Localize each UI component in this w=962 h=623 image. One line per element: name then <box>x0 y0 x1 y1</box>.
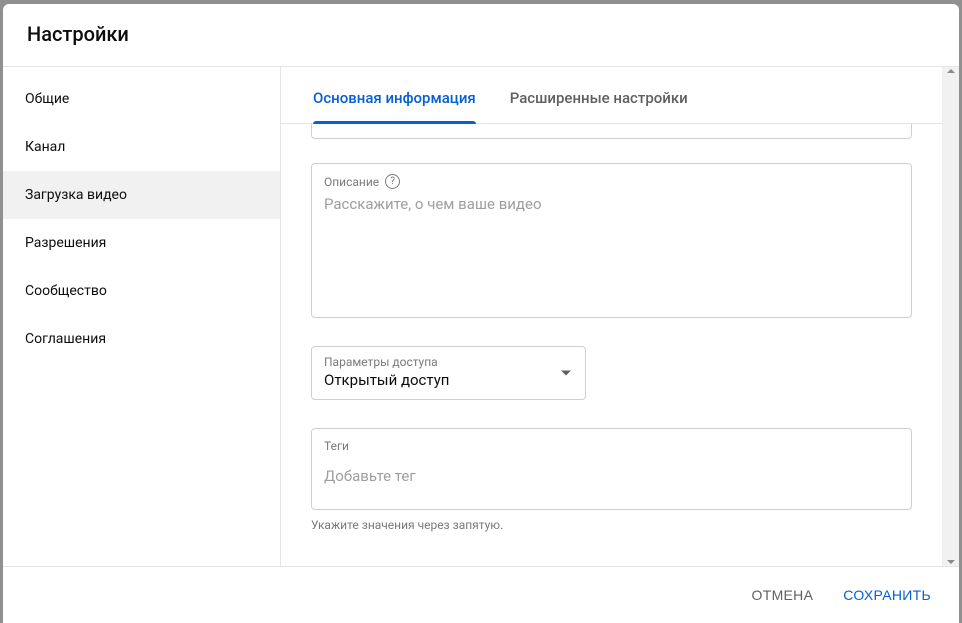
sidebar-item-label: Загрузка видео <box>25 187 127 203</box>
scroll-up-icon[interactable] <box>947 69 955 73</box>
settings-modal: Настройки Общие Канал Загрузка видео Раз… <box>3 4 959 623</box>
access-select-wrap: Параметры доступа Открытый доступ <box>311 346 586 400</box>
modal-title: Настройки <box>27 22 935 46</box>
sidebar-item-label: Разрешения <box>25 235 106 251</box>
content-pane: Основная информация Расширенные настройк… <box>281 67 959 566</box>
sidebar-item-label: Канал <box>25 139 65 155</box>
tags-label: Теги <box>324 439 899 453</box>
scrollbar[interactable] <box>942 67 959 566</box>
cancel-button[interactable]: ОТМЕНА <box>748 581 818 609</box>
tab-basic-info[interactable]: Основная информация <box>313 67 476 123</box>
select-value: Открытый доступ <box>324 371 573 389</box>
sidebar-item-agreements[interactable]: Соглашения <box>3 315 280 363</box>
modal-footer: ОТМЕНА СОХРАНИТЬ <box>3 566 959 623</box>
field-label: Описание ? <box>324 174 899 189</box>
title-field-cutoff[interactable] <box>311 124 912 139</box>
select-label: Параметры доступа <box>324 355 573 369</box>
tab-advanced-settings[interactable]: Расширенные настройки <box>510 67 688 123</box>
tab-label: Расширенные настройки <box>510 89 688 107</box>
modal-body: Общие Канал Загрузка видео Разрешения Со… <box>3 67 959 566</box>
access-select[interactable]: Параметры доступа Открытый доступ <box>311 346 586 400</box>
sidebar-item-upload-defaults[interactable]: Загрузка видео <box>3 171 280 219</box>
sidebar-item-label: Сообщество <box>25 283 107 299</box>
tags-field[interactable]: Теги Добавьте тег <box>311 428 912 510</box>
sidebar-item-general[interactable]: Общие <box>3 75 280 123</box>
description-placeholder: Расскажите, о чем ваше видео <box>324 195 899 213</box>
sidebar-item-channel[interactable]: Канал <box>3 123 280 171</box>
form-area: Описание ? Расскажите, о чем ваше видео … <box>281 124 942 566</box>
scroll-down-icon[interactable] <box>947 560 955 564</box>
chevron-down-icon <box>561 371 571 376</box>
description-label-text: Описание <box>324 175 379 189</box>
sidebar-item-community[interactable]: Сообщество <box>3 267 280 315</box>
sidebar-item-label: Общие <box>25 91 69 107</box>
tabs: Основная информация Расширенные настройк… <box>281 67 942 124</box>
help-icon[interactable]: ? <box>385 174 400 189</box>
sidebar-item-label: Соглашения <box>25 331 106 347</box>
tags-placeholder: Добавьте тег <box>324 467 899 485</box>
settings-sidebar: Общие Канал Загрузка видео Разрешения Со… <box>3 67 281 566</box>
tags-hint: Укажите значения через запятую. <box>311 518 912 532</box>
tab-label: Основная информация <box>313 89 476 107</box>
save-button[interactable]: СОХРАНИТЬ <box>839 581 935 609</box>
modal-header: Настройки <box>3 4 959 67</box>
sidebar-item-permissions[interactable]: Разрешения <box>3 219 280 267</box>
description-field[interactable]: Описание ? Расскажите, о чем ваше видео <box>311 163 912 318</box>
